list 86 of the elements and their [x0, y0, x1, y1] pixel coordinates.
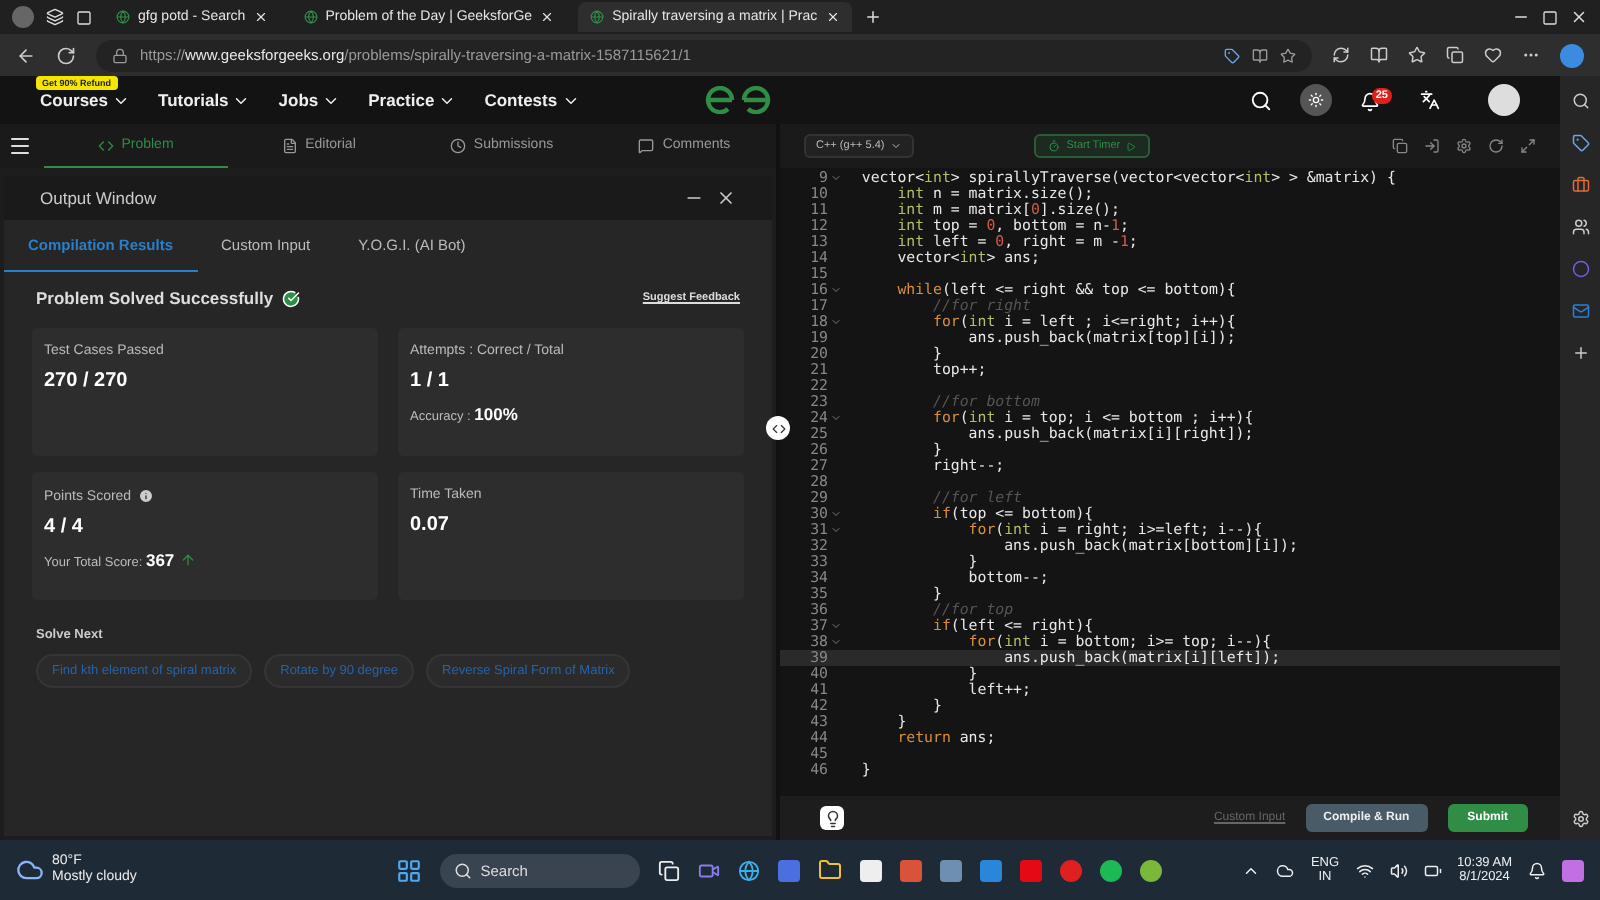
nav-menu[interactable]: Courses — [40, 90, 131, 110]
people-icon[interactable] — [1571, 218, 1589, 236]
nav-menu[interactable]: Contests — [484, 90, 580, 110]
task-view-icon[interactable] — [658, 859, 681, 881]
close-icon[interactable] — [825, 10, 840, 24]
add-icon[interactable] — [1571, 344, 1589, 362]
favorites-icon[interactable] — [1408, 46, 1426, 64]
battery-icon[interactable] — [1423, 861, 1442, 879]
store-icon[interactable] — [860, 859, 883, 881]
app-icon[interactable] — [1562, 859, 1584, 881]
page-icon — [590, 10, 605, 24]
heart-icon[interactable] — [1484, 46, 1502, 64]
translate-icon[interactable] — [1420, 90, 1440, 110]
page-icon — [303, 10, 318, 24]
clock-icon — [449, 137, 466, 153]
output-window-title: Output Window — [40, 188, 157, 208]
app-icon[interactable] — [1060, 859, 1083, 881]
logo-icon — [703, 86, 772, 114]
page-icon — [116, 10, 130, 24]
close-icon[interactable] — [716, 188, 736, 208]
theme-button[interactable] — [1299, 84, 1332, 116]
chevron-down-icon — [890, 140, 903, 152]
search-icon[interactable] — [1571, 92, 1589, 110]
card-value: 0.07 — [410, 514, 451, 536]
star-icon[interactable] — [1280, 47, 1296, 63]
browser-icon[interactable] — [738, 859, 761, 881]
card-value: 4 / 4 — [44, 516, 85, 538]
settings-icon[interactable] — [1571, 810, 1589, 828]
settings-icon[interactable] — [1456, 138, 1472, 154]
bell-icon[interactable] — [1528, 861, 1546, 879]
maximize-icon[interactable] — [1542, 9, 1558, 25]
copy-icon[interactable] — [1392, 138, 1408, 154]
lightbulb-icon — [823, 809, 841, 827]
user-avatar[interactable] — [1488, 84, 1520, 116]
bell-icon[interactable] — [1359, 92, 1380, 112]
refresh-icon[interactable] — [1332, 46, 1350, 64]
reset-icon[interactable] — [1488, 138, 1504, 154]
back-icon[interactable] — [16, 45, 36, 65]
menu-icon[interactable] — [8, 134, 32, 158]
profile-avatar — [12, 6, 34, 28]
code-icon — [97, 137, 114, 153]
close-icon[interactable] — [540, 10, 555, 24]
chat-icon — [638, 137, 655, 153]
card-value: 1 / 1 — [410, 370, 451, 392]
close-icon[interactable] — [253, 10, 268, 24]
app-icon[interactable] — [778, 859, 801, 881]
reload-icon[interactable] — [56, 45, 76, 65]
cloud-icon[interactable] — [1276, 861, 1295, 879]
status-text: Problem Solved Successfully — [36, 288, 274, 308]
briefcase-icon[interactable] — [1571, 176, 1589, 194]
tab-actions-icon[interactable] — [76, 9, 92, 25]
app-icon[interactable] — [900, 859, 923, 881]
close-icon[interactable] — [1570, 8, 1588, 26]
cloud-icon — [16, 856, 44, 884]
app-icon[interactable] — [980, 859, 1003, 881]
fullscreen-icon[interactable] — [1520, 138, 1536, 154]
folder-icon[interactable] — [818, 858, 843, 882]
nav-menu[interactable]: Practice — [368, 90, 457, 110]
import-icon[interactable] — [1424, 138, 1440, 154]
circle-icon[interactable] — [1571, 260, 1589, 278]
code-icon — [771, 421, 785, 435]
start-icon[interactable] — [396, 857, 423, 883]
app-icon[interactable] — [1140, 859, 1163, 881]
timer-icon — [1048, 140, 1061, 152]
app-icon[interactable] — [1020, 859, 1043, 881]
workspaces-icon[interactable] — [46, 8, 64, 26]
nav-menu[interactable]: Tutorials — [158, 90, 251, 110]
tag-icon — [1224, 47, 1240, 63]
lock-icon — [112, 47, 128, 63]
volume-icon[interactable] — [1389, 861, 1408, 879]
document-icon — [281, 137, 298, 153]
mail-icon[interactable] — [1571, 302, 1589, 320]
card-value: 270 / 270 — [44, 370, 130, 392]
tag-icon[interactable] — [1571, 134, 1589, 152]
app-icon[interactable] — [1100, 859, 1123, 881]
collections-icon[interactable] — [1446, 46, 1464, 64]
search-icon — [454, 861, 473, 879]
nav-menu[interactable]: Jobs — [278, 90, 341, 110]
video-icon[interactable] — [698, 859, 721, 881]
check-icon — [281, 289, 300, 307]
new-tab-icon[interactable] — [863, 8, 882, 26]
app-icon[interactable] — [940, 859, 963, 881]
hint-button[interactable] — [820, 806, 844, 830]
play-icon — [1126, 141, 1137, 151]
sun-icon — [1307, 92, 1324, 108]
wifi-icon[interactable] — [1355, 861, 1374, 879]
